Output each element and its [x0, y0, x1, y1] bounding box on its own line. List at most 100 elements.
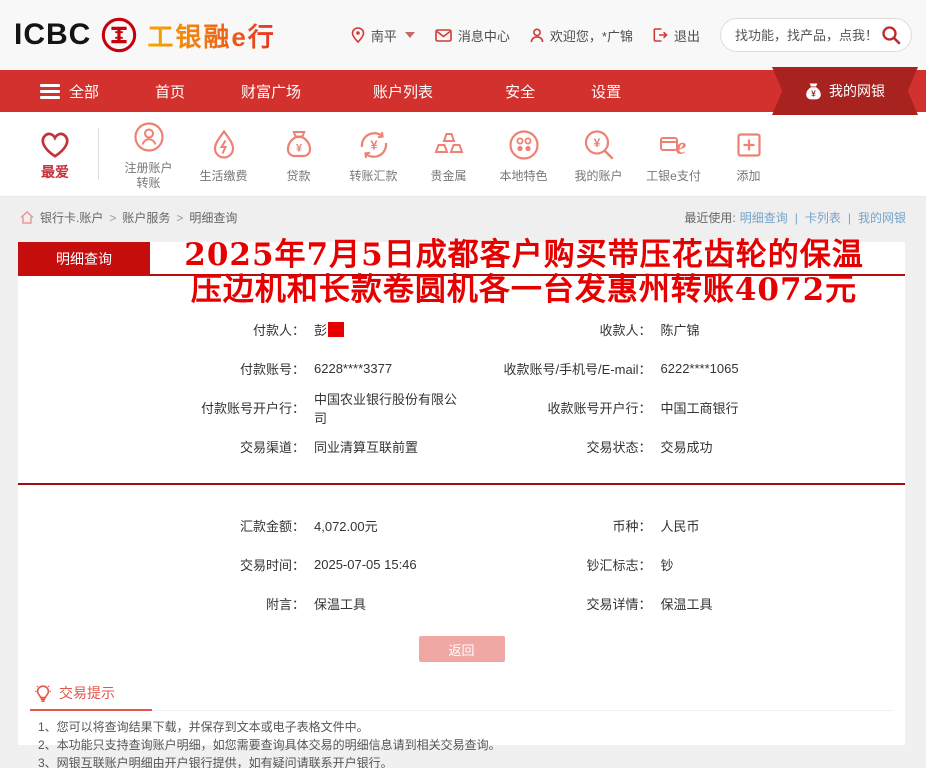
my-ebank-label: 我的网银: [829, 81, 885, 101]
transaction-tips: 交易提示 1、您可以将查询结果下载，并保存到文本或电子表格文件中。 2、本功能只…: [18, 683, 905, 768]
field-label: 交易状态：: [462, 437, 652, 456]
transaction-time: 2025-07-05 15:46: [314, 557, 417, 572]
breadcrumb-detail-query: 明细查询: [189, 209, 237, 226]
search-icon[interactable]: [881, 25, 901, 45]
quick-item-loan[interactable]: ¥ 贷款: [261, 125, 336, 184]
quick-item-my-account[interactable]: ¥ 我的账户: [561, 125, 636, 184]
top-header: ICBC 工银融e行 南平: [0, 0, 926, 70]
nav-label: 全部: [69, 81, 99, 102]
field-label: 币种：: [462, 516, 652, 535]
memo: 保温工具: [314, 594, 366, 613]
currency: 人民币: [661, 516, 700, 535]
nav-item-all[interactable]: 全部: [40, 81, 99, 102]
svg-text:¥: ¥: [593, 136, 600, 150]
tips-header: 交易提示: [30, 683, 893, 711]
hamburger-menu-icon: [40, 81, 60, 102]
nav-item-account-list[interactable]: 账户列表: [373, 81, 433, 102]
quick-item-local-features[interactable]: 本地特色: [486, 125, 561, 184]
svg-text:¥: ¥: [370, 137, 378, 152]
breadcrumb-bar: 银行卡.账户 > 账户服务 > 明细查询 最近使用: 明细查询 | 卡列表 | …: [0, 197, 926, 238]
field-label: 付款账号：: [18, 359, 305, 378]
welcome-label: 欢迎您，*广锦: [550, 26, 633, 45]
logout-label: 退出: [674, 26, 700, 45]
redaction-block: [328, 322, 344, 337]
breadcrumb-separator: >: [109, 211, 116, 225]
payee-account: 6222****1065: [661, 361, 739, 376]
transaction-channel: 同业清算互联前置: [314, 437, 418, 456]
my-ebank-ribbon[interactable]: ¥ 我的网银: [772, 67, 918, 115]
breadcrumb-account-services[interactable]: 账户服务: [122, 209, 170, 226]
breadcrumb-bank-card-account[interactable]: 银行卡.账户: [40, 209, 103, 226]
user-icon: [530, 28, 544, 43]
recent-link-detail-query[interactable]: 明细查询: [740, 209, 788, 226]
payer-bank: 中国农业银行股份有限公司: [314, 389, 462, 427]
home-icon[interactable]: [20, 211, 34, 224]
quick-item-add[interactable]: 添加: [711, 125, 786, 184]
nav-item-settings[interactable]: 设置: [591, 81, 621, 102]
breadcrumb-separator: >: [176, 211, 183, 225]
field-label: 钞汇标志：: [462, 555, 652, 574]
welcome-user[interactable]: 欢迎您，*广锦: [530, 26, 633, 45]
quick-item-label: 贷款: [261, 169, 336, 184]
quick-item-label: 生活缴费: [186, 169, 261, 184]
search-input[interactable]: [735, 28, 881, 43]
tab-row: 明细查询: [18, 242, 905, 276]
message-center-link[interactable]: 消息中心: [435, 26, 510, 45]
back-button[interactable]: 返回: [419, 636, 505, 662]
quick-access-row: 最爱 注册账户转账 生活缴费 ¥ 贷款 ¥ 转账汇款: [0, 112, 926, 197]
search-box: [720, 18, 912, 52]
nav-item-wealth-plaza[interactable]: 财富广场: [241, 81, 301, 102]
icbc-logo-text: ICBC: [14, 18, 91, 52]
tip-item: 2、本功能只支持查询账户明细，如您需要查询具体交易的明细信息请到相关交易查询。: [38, 737, 893, 754]
field-label: 收款人：: [462, 320, 652, 339]
loan-icon: ¥: [261, 125, 336, 165]
quick-item-label: 转账汇款: [336, 169, 411, 184]
quick-item-epay[interactable]: e 工银e支付: [636, 125, 711, 184]
quick-item-label: 贵金属: [411, 169, 486, 184]
cash-remit-flag: 钞: [661, 555, 674, 574]
divider: |: [848, 211, 851, 225]
transaction-status: 交易成功: [661, 437, 713, 456]
message-center-label: 消息中心: [458, 26, 510, 45]
section-divider: [18, 483, 905, 485]
tip-item: 1、您可以将查询结果下载，并保存到文本或电子表格文件中。: [38, 719, 893, 736]
detail-row-amount-currency: 汇款金额： 4,072.00元 币种： 人民币: [18, 506, 905, 545]
heart-icon: [18, 126, 92, 160]
quick-item-transfer-remit[interactable]: ¥ 转账汇款: [336, 125, 411, 184]
nav-label: 账户列表: [373, 81, 433, 102]
divider: |: [795, 211, 798, 225]
logout-icon: [653, 28, 668, 42]
header-utility-bar: 南平 消息中心 欢迎您，*广锦 退出: [351, 18, 912, 52]
location-selector[interactable]: 南平: [351, 26, 415, 45]
nav-item-security[interactable]: 安全: [505, 81, 535, 102]
field-label: 付款账号开户行：: [18, 398, 305, 417]
detail-query-panel: 明细查询 2025年7月5日成都客户购买带压花齿轮的保温 压边机和长款卷圆机各一…: [18, 242, 905, 745]
logout-button[interactable]: 退出: [653, 26, 700, 45]
chevron-down-icon: [405, 32, 415, 38]
recent-link-my-ebank[interactable]: 我的网银: [858, 209, 906, 226]
favorites-button[interactable]: 最爱: [18, 126, 92, 182]
quick-item-precious-metals[interactable]: 贵金属: [411, 125, 486, 184]
tab-detail-query[interactable]: 明细查询: [18, 242, 150, 276]
recent-link-card-list[interactable]: 卡列表: [805, 209, 841, 226]
nav-item-home[interactable]: 首页: [155, 81, 185, 102]
precious-metals-icon: [411, 125, 486, 165]
quick-item-label: 工银e支付: [636, 169, 711, 184]
detail-row-banks: 付款账号开户行： 中国农业银行股份有限公司 收款账号开户行： 中国工商银行: [18, 388, 905, 427]
location-label: 南平: [371, 26, 397, 45]
quick-item-label: 我的账户: [561, 169, 636, 184]
tips-title: 交易提示: [59, 683, 115, 703]
icbc-ebank-page: ICBC 工银融e行 南平: [0, 0, 926, 768]
field-label: 交易详情：: [462, 594, 652, 613]
location-pin-icon: [351, 27, 365, 43]
annotation-line2: 压边机和长款卷圆机各一台发惠州转账4072元: [146, 273, 902, 308]
detail-row-time-flag: 交易时间： 2025-07-05 15:46 钞汇标志： 钞: [18, 545, 905, 584]
field-label: 收款账号/手机号/E-mail：: [462, 359, 652, 378]
quick-item-register-transfer[interactable]: 注册账户转账: [111, 117, 186, 191]
nav-label: 安全: [505, 81, 535, 102]
button-row: 返回: [18, 636, 905, 662]
quick-item-life-payment[interactable]: 生活缴费: [186, 125, 261, 184]
field-label: 附言：: [18, 594, 305, 613]
field-label: 收款账号开户行：: [462, 398, 652, 417]
icbc-logo: ICBC 工银融e行: [14, 16, 276, 54]
